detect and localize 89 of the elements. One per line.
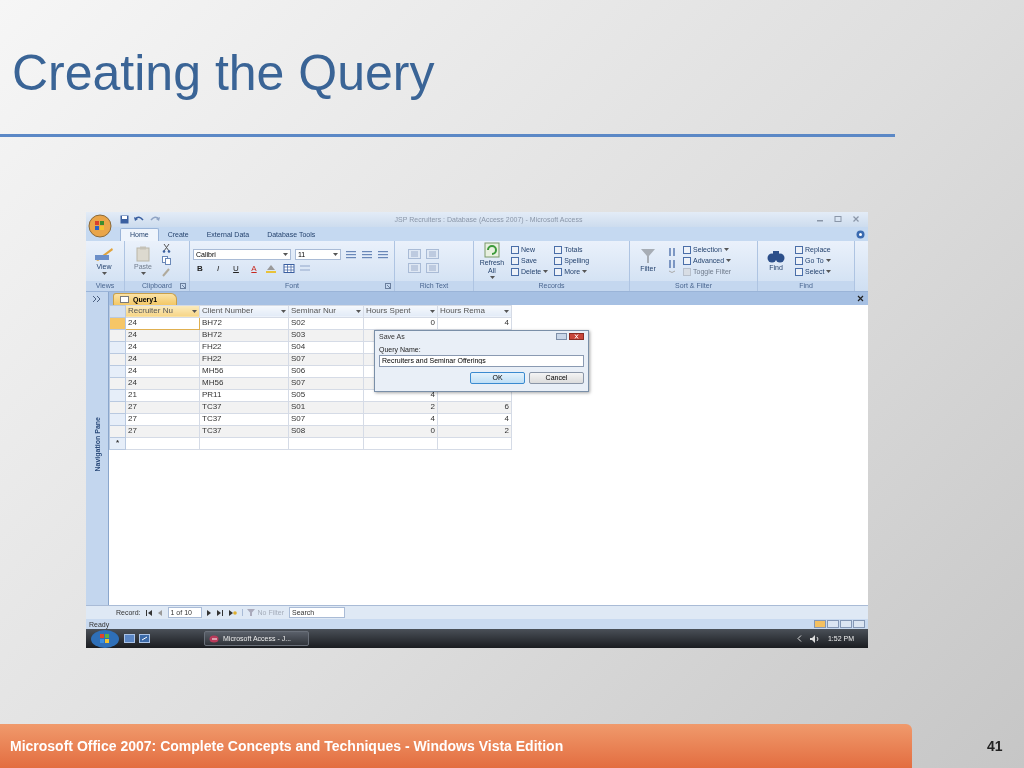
funnel-icon: [246, 609, 255, 617]
table-cell: 21: [125, 389, 200, 402]
caret-icon: [281, 309, 286, 313]
table-cell: S02: [288, 317, 364, 330]
view-switch-icon[interactable]: [840, 620, 852, 629]
fill-color-icon[interactable]: [265, 263, 279, 273]
brush-icon[interactable]: [162, 268, 171, 278]
chevron-icon[interactable]: [796, 635, 802, 643]
text-align-icon[interactable]: [361, 249, 373, 259]
table-cell: FH22: [199, 341, 289, 354]
help-icon[interactable]: [556, 332, 567, 340]
redo-icon[interactable]: [149, 214, 161, 224]
table-cell: 0: [363, 317, 438, 330]
row-color-icon[interactable]: [299, 263, 311, 273]
caret-icon: [723, 248, 729, 252]
format-button[interactable]: I: [211, 263, 225, 273]
table-cell: S04: [288, 341, 364, 354]
text-align-icon[interactable]: [377, 249, 389, 259]
footer-text: Microsoft Office 2007: Complete Concepts and Techniques - Windows Vista Edition: [10, 738, 564, 754]
caret-icon: [826, 270, 832, 274]
caret-icon: [726, 259, 732, 263]
undo-icon[interactable]: [133, 214, 145, 224]
next-record-icon[interactable]: [206, 609, 212, 616]
query-icon: [120, 295, 129, 303]
table-cell: 4: [437, 413, 512, 426]
clipboard-icon: [135, 246, 151, 263]
speaker-icon[interactable]: [809, 634, 820, 643]
column-header[interactable]: Hours Rema: [437, 305, 512, 318]
binoculars-icon: [767, 249, 785, 264]
gridlines-icon[interactable]: [283, 263, 295, 273]
new-record-icon[interactable]: [228, 609, 237, 616]
pencil-ruler-icon: [94, 246, 114, 263]
office-logo-icon[interactable]: [88, 214, 112, 238]
launcher-icon[interactable]: [180, 282, 186, 289]
caret-icon: [356, 309, 361, 313]
column-header[interactable]: Hours Spent: [363, 305, 438, 318]
previous-record-icon[interactable]: [157, 609, 163, 616]
caret-icon: [333, 252, 338, 256]
copy-icon[interactable]: [162, 256, 171, 266]
caret-icon: [825, 259, 831, 263]
table-cell: 24: [125, 341, 200, 354]
first-record-icon[interactable]: [145, 609, 153, 616]
caret-icon: [140, 272, 146, 276]
table-cell: 24: [125, 365, 200, 378]
caret-icon: [430, 309, 435, 313]
table-cell: MH56: [199, 365, 289, 378]
format-button[interactable]: U: [229, 263, 243, 273]
caret-icon: [582, 270, 588, 274]
scissors-icon[interactable]: [162, 244, 171, 254]
select-all-corner[interactable]: [109, 305, 126, 318]
caret-icon: [283, 252, 288, 256]
start-button-icon[interactable]: [90, 629, 120, 648]
view-switch-icon[interactable]: [827, 620, 839, 629]
column-header[interactable]: Seminar Nur: [288, 305, 364, 318]
table-cell: PR11: [199, 389, 289, 402]
close-icon[interactable]: [569, 332, 584, 340]
refresh-icon: [484, 242, 500, 259]
view-switch-icon[interactable]: [853, 620, 865, 629]
text-align-icon[interactable]: [345, 249, 357, 259]
launcher-icon[interactable]: [385, 282, 391, 289]
sort-icon[interactable]: [667, 246, 677, 275]
window-switch-icon[interactable]: [139, 634, 150, 644]
caret-icon: [101, 272, 107, 276]
page-number: 41: [987, 738, 1003, 754]
chevron-icon[interactable]: [91, 294, 103, 303]
format-button[interactable]: A: [247, 263, 261, 273]
caret-icon: [192, 309, 197, 313]
caret-icon: [543, 270, 549, 274]
save-icon[interactable]: [120, 214, 129, 224]
table-cell: BH72: [199, 317, 289, 330]
last-record-icon[interactable]: [216, 609, 224, 616]
table-cell: S07: [288, 413, 364, 426]
column-header[interactable]: Client Number: [199, 305, 289, 318]
table-cell: S06: [288, 365, 364, 378]
table-cell: 4: [437, 317, 512, 330]
table-cell: TC37: [199, 413, 289, 426]
table-cell: S05: [288, 389, 364, 402]
maximize-icon[interactable]: [834, 215, 842, 224]
funnel-icon: [640, 248, 656, 265]
table-cell: 4: [363, 413, 438, 426]
caret-icon: [504, 309, 509, 313]
help-icon[interactable]: [856, 229, 865, 239]
table-cell: 27: [125, 413, 200, 426]
view-switch-icon[interactable]: [814, 620, 826, 629]
slide-title: Creating the Query: [11, 44, 435, 101]
column-header[interactable]: Recruiter Nu: [125, 305, 200, 318]
close-icon[interactable]: [857, 294, 864, 302]
format-button[interactable]: B: [193, 263, 207, 273]
desktop-icon[interactable]: [124, 634, 135, 644]
